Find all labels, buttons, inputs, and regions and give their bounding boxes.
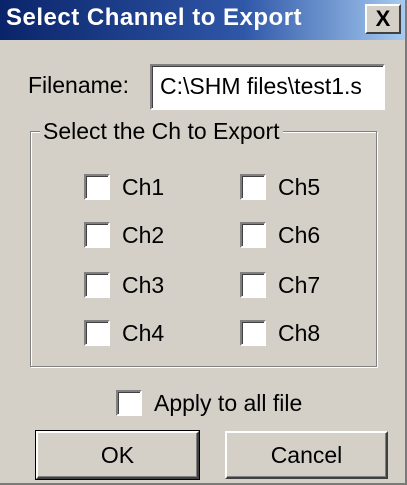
filename-label: Filename: (28, 72, 129, 98)
checkbox-label: Ch4 (122, 320, 165, 346)
ok-button[interactable]: OK (35, 430, 200, 480)
checkbox-box[interactable] (240, 174, 266, 200)
checkbox-box[interactable] (240, 320, 266, 346)
checkbox-box[interactable] (116, 390, 142, 416)
checkbox-box[interactable] (84, 174, 110, 200)
close-icon: X (375, 6, 391, 31)
channel-group-label: Select the Ch to Export (40, 118, 283, 145)
checkbox-box[interactable] (240, 272, 266, 298)
checkbox-label: Ch3 (122, 272, 165, 298)
checkbox-box[interactable] (84, 320, 110, 346)
channel-groupbox (30, 131, 377, 367)
apply-all-label: Apply to all file (154, 390, 303, 416)
window-title: Select Channel to Export (6, 4, 303, 31)
checkbox-label: Ch7 (278, 272, 321, 298)
checkbox-box[interactable] (84, 272, 110, 298)
checkbox-box[interactable] (84, 222, 110, 248)
title-bar[interactable]: Select Channel to Export X (0, 0, 405, 40)
checkbox-box[interactable] (240, 222, 266, 248)
checkbox-label: Ch8 (278, 320, 321, 346)
checkbox-label: Ch2 (122, 222, 165, 248)
cancel-button[interactable]: Cancel (225, 431, 388, 479)
checkbox-label: Ch5 (278, 174, 321, 200)
checkbox-label: Ch6 (278, 222, 321, 248)
export-channel-dialog: Select Channel to Export X Filename: C:\… (0, 0, 407, 485)
close-button[interactable]: X (365, 4, 401, 34)
checkbox-label: Ch1 (122, 174, 165, 200)
filename-field[interactable]: C:\SHM files\test1.s (150, 64, 385, 110)
